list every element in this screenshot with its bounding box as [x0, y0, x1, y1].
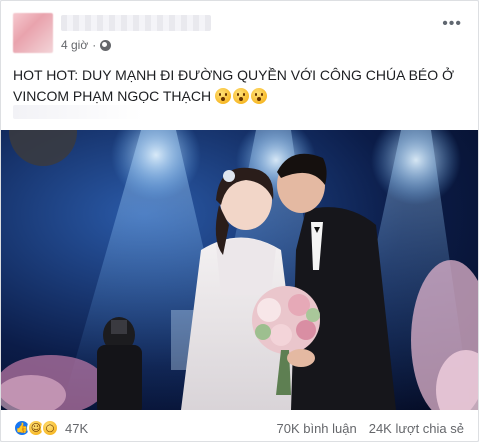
meta-separator: ·	[92, 38, 97, 52]
blurred-text-line	[13, 105, 143, 119]
astonished-emoji-icon	[251, 88, 268, 104]
wow-icon: ○	[41, 419, 59, 437]
post-photo[interactable]	[1, 130, 478, 410]
reactions-summary[interactable]: 👍 ☺ ○ 47K	[13, 419, 88, 437]
post-timestamp[interactable]: 4 giờ	[61, 38, 88, 52]
post-text-emojis	[215, 88, 268, 104]
share-count[interactable]: 24K lượt chia sẻ	[369, 421, 464, 436]
post-header: 4 giờ · •••	[13, 9, 468, 53]
reaction-count[interactable]: 47K	[65, 421, 88, 436]
post-text: HOT HOT: DUY MẠNH ĐI ĐƯỜNG QUYỀN VỚI CÔN…	[13, 65, 468, 107]
author-avatar[interactable]	[13, 13, 53, 53]
comment-share-stats: 70K bình luận 24K lượt chia sẻ	[276, 421, 464, 436]
engagement-bar: 👍 ☺ ○ 47K 70K bình luận 24K lượt chia sẻ	[13, 417, 468, 439]
post-card: 4 giờ · ••• HOT HOT: DUY MẠNH ĐI ĐƯỜNG Q…	[0, 0, 479, 442]
more-horizontal-icon[interactable]: •••	[442, 16, 462, 32]
astonished-emoji-icon	[215, 88, 232, 104]
post-meta: 4 giờ ·	[61, 38, 112, 52]
astonished-emoji-icon	[233, 88, 250, 104]
globe-icon[interactable]	[100, 39, 112, 51]
wedding-photo-illustration	[1, 130, 478, 410]
comment-count[interactable]: 70K bình luận	[276, 421, 356, 436]
author-name[interactable]	[61, 15, 211, 31]
